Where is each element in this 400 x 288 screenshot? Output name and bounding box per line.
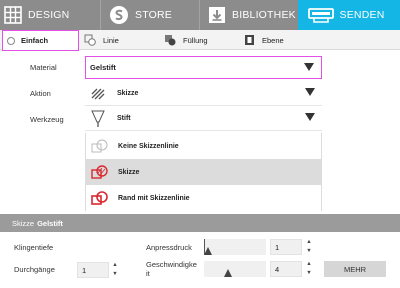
cutter-machine-icon [307, 6, 334, 24]
material-label: Material [30, 63, 57, 72]
radio-circle-icon [7, 36, 15, 45]
option-keine-skizzenlinie-label: Keine Skizzenlinie [118, 142, 179, 150]
arrow-up-icon[interactable]: ▲ [112, 262, 117, 269]
geschwindigkeit-label: Geschwindigke it [146, 260, 197, 278]
aktion-value: Skizze [117, 90, 139, 97]
geschwindigkeit-slider[interactable] [204, 261, 266, 277]
durchgaenge-field[interactable]: 1 [77, 262, 109, 278]
arrow-down-icon[interactable]: ▼ [306, 270, 311, 277]
option-keine-skizzenlinie[interactable]: Keine Skizzenlinie [86, 133, 321, 159]
silhouette-s-icon [109, 5, 129, 25]
material-value: Gelstift [90, 63, 116, 72]
tab-bibliothek-label: BIBLIOTHEK [232, 9, 296, 21]
tab-ebene[interactable]: Ebene [244, 30, 284, 50]
arrow-up-icon[interactable]: ▲ [306, 239, 311, 246]
panel-title-material: Gelstift [37, 218, 63, 228]
outline-sketch-icon [91, 191, 108, 205]
geschwindigkeit-field[interactable]: 4 [270, 261, 302, 277]
tab-senden[interactable]: SENDEN [298, 0, 400, 30]
option-rand-mit-skizzenlinie[interactable]: Rand mit Skizzenlinie [86, 185, 321, 211]
geschwindigkeit-stepper[interactable]: ▲ ▼ [305, 261, 313, 277]
anpressdruck-label: Anpressdruck [146, 243, 192, 252]
klingentiefe-label: Klingentiefe [14, 243, 54, 252]
dropdown-arrow-icon [305, 113, 315, 121]
material-dropdown[interactable]: Gelstift [85, 56, 322, 79]
tab-fuellung-label: Füllung [183, 35, 208, 45]
anpressdruck-value: 1 [275, 242, 280, 252]
layer-icon [245, 35, 254, 45]
arrow-down-icon[interactable]: ▼ [306, 248, 311, 255]
tab-senden-label: SENDEN [339, 9, 385, 21]
arrow-up-icon[interactable]: ▲ [306, 261, 311, 268]
sketch-hatch-icon [91, 88, 105, 99]
tab-design[interactable]: DESIGN [0, 0, 100, 30]
tab-design-label: DESIGN [28, 9, 70, 21]
durchgaenge-value: 1 [82, 265, 87, 275]
tab-store[interactable]: STORE [101, 0, 199, 30]
grid-icon [4, 6, 22, 24]
fill-shape-icon [165, 35, 176, 46]
tab-store-label: STORE [135, 9, 172, 21]
tab-linie[interactable]: Linie [84, 30, 119, 50]
werkzeug-label: Werkzeug [30, 115, 64, 124]
no-sketch-line-icon [91, 139, 108, 153]
dropdown-arrow-icon [305, 88, 315, 96]
durchgaenge-label: Durchgänge [14, 265, 55, 274]
werkzeug-value: Stift [117, 115, 131, 122]
action-tab-bar: Einfach Linie Füllung Ebene [0, 30, 400, 51]
option-skizze[interactable]: Skizze [86, 159, 321, 185]
mehr-button[interactable]: MEHR [324, 261, 386, 277]
slider-thumb[interactable] [224, 269, 232, 277]
dropdown-arrow-icon [304, 63, 314, 71]
sketch-option-list: Keine Skizzenlinie Skizze Rand mit Skizz… [85, 133, 322, 211]
anpressdruck-slider[interactable] [204, 239, 266, 255]
tab-ebene-label: Ebene [262, 35, 284, 45]
tab-einfach-label: Einfach [21, 36, 49, 45]
tab-bibliothek[interactable]: BIBLIOTHEK [200, 0, 298, 30]
arrow-down-icon[interactable]: ▼ [112, 271, 117, 278]
aktion-dropdown[interactable]: Skizze [85, 82, 322, 106]
panel-title-prefix: Skizze [12, 218, 35, 228]
mehr-button-label: MEHR [343, 264, 367, 274]
slider-thumb[interactable] [204, 247, 212, 255]
anpressdruck-field[interactable]: 1 [270, 239, 302, 255]
line-shape-icon [84, 34, 96, 46]
werkzeug-dropdown[interactable]: Stift [85, 107, 322, 131]
durchgaenge-stepper[interactable]: ▲ ▼ [111, 262, 119, 278]
anpressdruck-stepper[interactable]: ▲ ▼ [305, 239, 313, 255]
option-skizze-label: Skizze [118, 168, 140, 176]
tab-linie-label: Linie [103, 35, 119, 45]
geschwindigkeit-value: 4 [275, 264, 280, 274]
settings-panel-header: Skizze Gelstift [0, 214, 400, 232]
sketch-fill-icon [91, 165, 108, 179]
tab-fuellung[interactable]: Füllung [164, 30, 208, 50]
tab-einfach[interactable]: Einfach [2, 30, 79, 51]
aktion-label: Aktion [30, 89, 51, 98]
top-navigation: DESIGN STORE BIBLIOTHEK SENDEN [0, 0, 400, 30]
option-rand-mit-skizzenlinie-label: Rand mit Skizzenlinie [118, 194, 190, 202]
download-box-icon [208, 6, 226, 24]
pen-tool-icon [91, 110, 105, 127]
